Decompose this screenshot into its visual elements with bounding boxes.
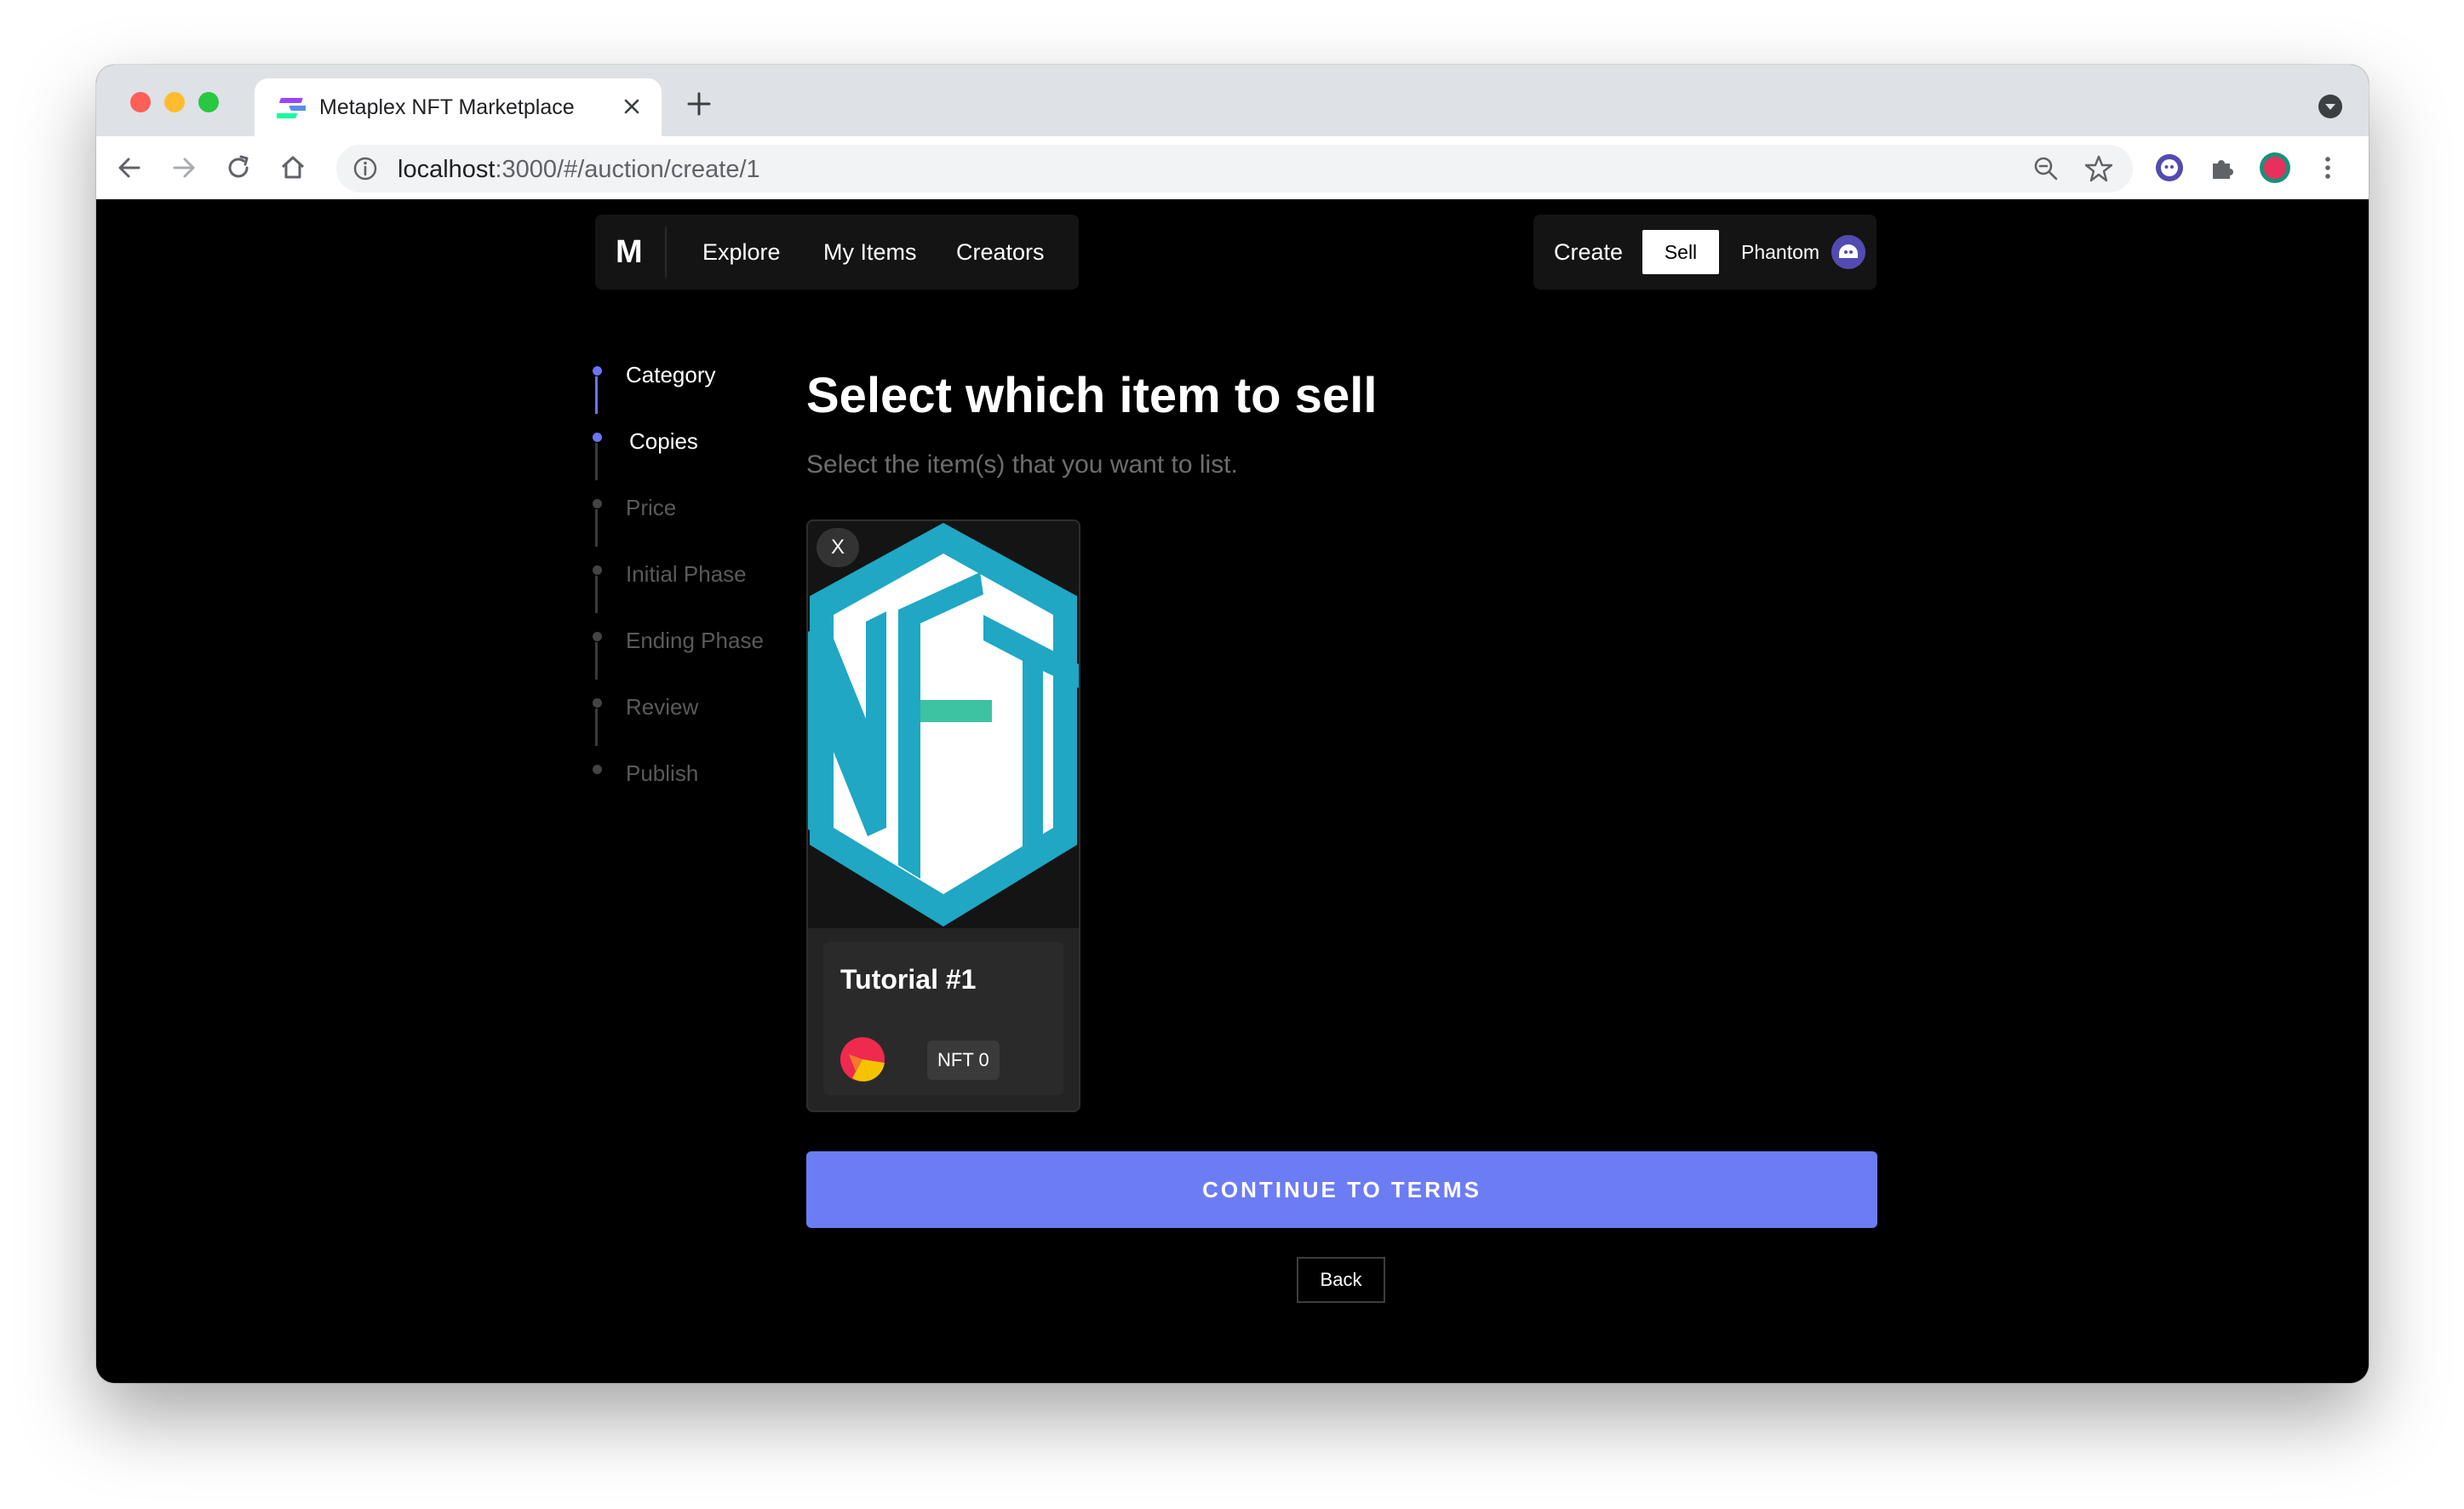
back-arrow-icon[interactable] xyxy=(113,152,146,184)
step-initial-phase[interactable]: Initial Phase xyxy=(626,560,747,588)
sell-button[interactable]: Sell xyxy=(1642,230,1719,274)
forward-arrow-icon[interactable] xyxy=(168,152,200,184)
step-connector xyxy=(595,576,598,613)
url-host: localhost xyxy=(398,156,496,183)
remove-item-button[interactable]: X xyxy=(817,528,859,567)
phantom-wallet-icon[interactable] xyxy=(1831,235,1865,269)
create-steps: Category Copies Price Initial Phase Endi… xyxy=(593,361,799,838)
item-title: Tutorial #1 xyxy=(840,964,977,995)
step-dot xyxy=(593,499,602,508)
nav-my-items[interactable]: My Items xyxy=(823,238,917,266)
minimize-window-button[interactable] xyxy=(164,92,185,112)
close-tab-icon[interactable] xyxy=(617,92,646,121)
phantom-extension-icon[interactable] xyxy=(2153,152,2186,184)
url-text: localhost:3000/#/auction/create/1 xyxy=(398,155,760,184)
extensions-puzzle-icon[interactable] xyxy=(2206,152,2238,184)
step-dot xyxy=(593,433,602,442)
create-link[interactable]: Create xyxy=(1554,238,1623,266)
step-connector xyxy=(595,642,598,680)
browser-window: Metaplex NFT Marketplace localhost:3000/… xyxy=(96,65,2369,1383)
tab-strip: Metaplex NFT Marketplace xyxy=(96,65,2369,136)
nft-image: X xyxy=(808,521,1079,928)
step-publish[interactable]: Publish xyxy=(626,760,698,787)
wallet-label[interactable]: Phantom xyxy=(1741,240,1819,264)
tab-search-icon[interactable] xyxy=(2318,94,2343,119)
browser-toolbar: localhost:3000/#/auction/create/1 xyxy=(96,136,2369,200)
browser-menu-icon[interactable] xyxy=(2312,152,2344,184)
page-title: Select which item to sell xyxy=(806,368,1378,423)
page-content: M Explore My Items Creators Create Sell … xyxy=(96,199,2369,1383)
bookmark-star-icon[interactable] xyxy=(2083,153,2114,184)
step-connector xyxy=(595,443,598,480)
maximize-window-button[interactable] xyxy=(198,92,219,112)
edition-badge: NFT 0 xyxy=(927,1041,1000,1080)
profile-avatar-icon[interactable] xyxy=(2259,152,2291,184)
step-connector xyxy=(595,509,598,547)
reload-icon[interactable] xyxy=(222,152,255,184)
continue-to-terms-button[interactable]: CONTINUE TO TERMS xyxy=(806,1151,1877,1228)
step-dot xyxy=(593,765,602,774)
step-dot xyxy=(593,632,602,641)
nav-divider xyxy=(665,227,667,278)
item-card-body: Tutorial #1 NFT 0 xyxy=(823,942,1063,1095)
home-icon[interactable] xyxy=(277,152,309,184)
browser-tab[interactable]: Metaplex NFT Marketplace xyxy=(255,78,662,136)
item-card[interactable]: X Tutorial #1 NFT 0 xyxy=(806,519,1080,1112)
site-info-icon[interactable] xyxy=(352,155,379,182)
new-tab-icon[interactable] xyxy=(684,89,714,119)
nav-creators[interactable]: Creators xyxy=(956,238,1045,266)
step-connector xyxy=(595,709,598,746)
url-path: :3000/#/auction/create/1 xyxy=(495,156,760,183)
page-subtitle: Select the item(s) that you want to list… xyxy=(806,450,1238,479)
step-price[interactable]: Price xyxy=(626,494,676,521)
nav-explore[interactable]: Explore xyxy=(702,238,781,266)
main-nav: M Explore My Items Creators xyxy=(595,215,1079,290)
step-ending-phase[interactable]: Ending Phase xyxy=(626,627,764,654)
step-dot xyxy=(593,565,602,575)
tab-title: Metaplex NFT Marketplace xyxy=(319,95,575,119)
metaplex-logo[interactable]: M xyxy=(616,233,643,271)
creator-avatar[interactable] xyxy=(840,1037,885,1082)
step-category[interactable]: Category xyxy=(626,361,716,388)
step-connector xyxy=(595,376,598,414)
zoom-icon[interactable] xyxy=(2032,155,2060,182)
account-nav: Create Sell Phantom xyxy=(1533,215,1877,290)
solana-icon xyxy=(277,98,306,118)
step-dot xyxy=(593,366,602,376)
step-review[interactable]: Review xyxy=(626,693,698,720)
step-copies[interactable]: Copies xyxy=(629,427,698,455)
back-button[interactable]: Back xyxy=(1297,1257,1385,1303)
address-bar[interactable]: localhost:3000/#/auction/create/1 xyxy=(336,145,2133,192)
close-window-button[interactable] xyxy=(130,92,151,112)
step-dot xyxy=(593,698,602,708)
nft-logo-icon xyxy=(808,521,1079,928)
